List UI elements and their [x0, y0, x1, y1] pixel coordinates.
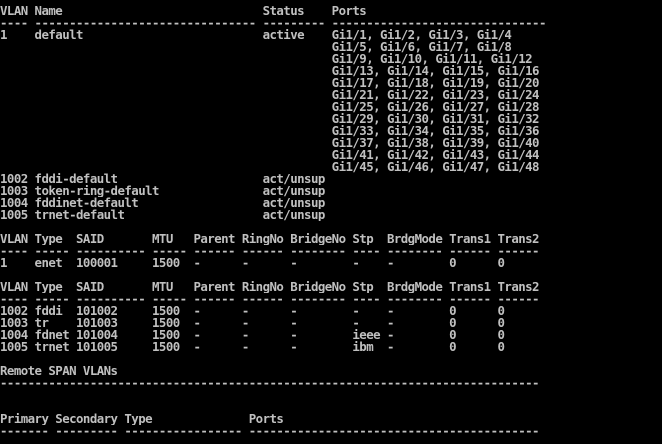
vlan-detail-row: 1 enet 100001 1500 - - - - - 0 0: [0, 257, 505, 269]
vlan-row: 1004 fddinet-default act/unsup: [0, 197, 325, 209]
ports-continuation: Gi1/37, Gi1/38, Gi1/39, Gi1/40: [0, 137, 540, 149]
ports-continuation: Gi1/33, Gi1/34, Gi1/35, Gi1/36: [0, 125, 540, 137]
ports-continuation: Gi1/45, Gi1/46, Gi1/47, Gi1/48: [0, 161, 540, 173]
vlan-row: 1 default active Gi1/1, Gi1/2, Gi1/3, Gi…: [0, 29, 512, 41]
vlan-row: 1005 trnet-default act/unsup: [0, 209, 325, 221]
ports-continuation: Gi1/5, Gi1/6, Gi1/7, Gi1/8: [0, 41, 512, 53]
ports-continuation: Gi1/25, Gi1/26, Gi1/27, Gi1/28: [0, 101, 540, 113]
divider-line: ------- --------- ----------------- ----…: [0, 425, 540, 437]
section-title: Remote SPAN VLANs: [0, 365, 118, 377]
ports-continuation: Gi1/13, Gi1/14, Gi1/15, Gi1/16: [0, 65, 540, 77]
divider-line: ---- ----- ---------- ----- ------ -----…: [0, 245, 540, 257]
divider-line: ----------------------------------------…: [0, 377, 540, 389]
header-row: Primary Secondary Type Ports: [0, 413, 284, 425]
ports-continuation: Gi1/9, Gi1/10, Gi1/11, Gi1/12: [0, 53, 533, 65]
ports-continuation: Gi1/41, Gi1/42, Gi1/43, Gi1/44: [0, 149, 540, 161]
header-row: VLAN Type SAID MTU Parent RingNo BridgeN…: [0, 233, 540, 245]
vlan-detail-row: 1002 fddi 101002 1500 - - - - - 0 0: [0, 305, 505, 317]
vlan-row: 1003 token-ring-default act/unsup: [0, 185, 325, 197]
vlan-detail-row: 1005 trnet 101005 1500 - - - ibm - 0 0: [0, 341, 505, 353]
ports-continuation: Gi1/29, Gi1/30, Gi1/31, Gi1/32: [0, 113, 540, 125]
ports-continuation: Gi1/21, Gi1/22, Gi1/23, Gi1/24: [0, 89, 540, 101]
vlan-detail-row: 1003 tr 101003 1500 - - - - - 0 0: [0, 317, 505, 329]
vlan-row: 1002 fddi-default act/unsup: [0, 173, 325, 185]
vlan-detail-row: 1004 fdnet 101004 1500 - - - ieee - 0 0: [0, 329, 505, 341]
ports-continuation: Gi1/17, Gi1/18, Gi1/19, Gi1/20: [0, 77, 540, 89]
terminal-window[interactable]: VLAN Name Status Ports ---- ------------…: [0, 0, 662, 444]
divider-line: ---- ----- ---------- ----- ------ -----…: [0, 293, 540, 305]
header-row: VLAN Name Status Ports: [0, 5, 367, 17]
divider-line: ---- -------------------------------- --…: [0, 17, 546, 29]
header-row: VLAN Type SAID MTU Parent RingNo BridgeN…: [0, 281, 540, 293]
